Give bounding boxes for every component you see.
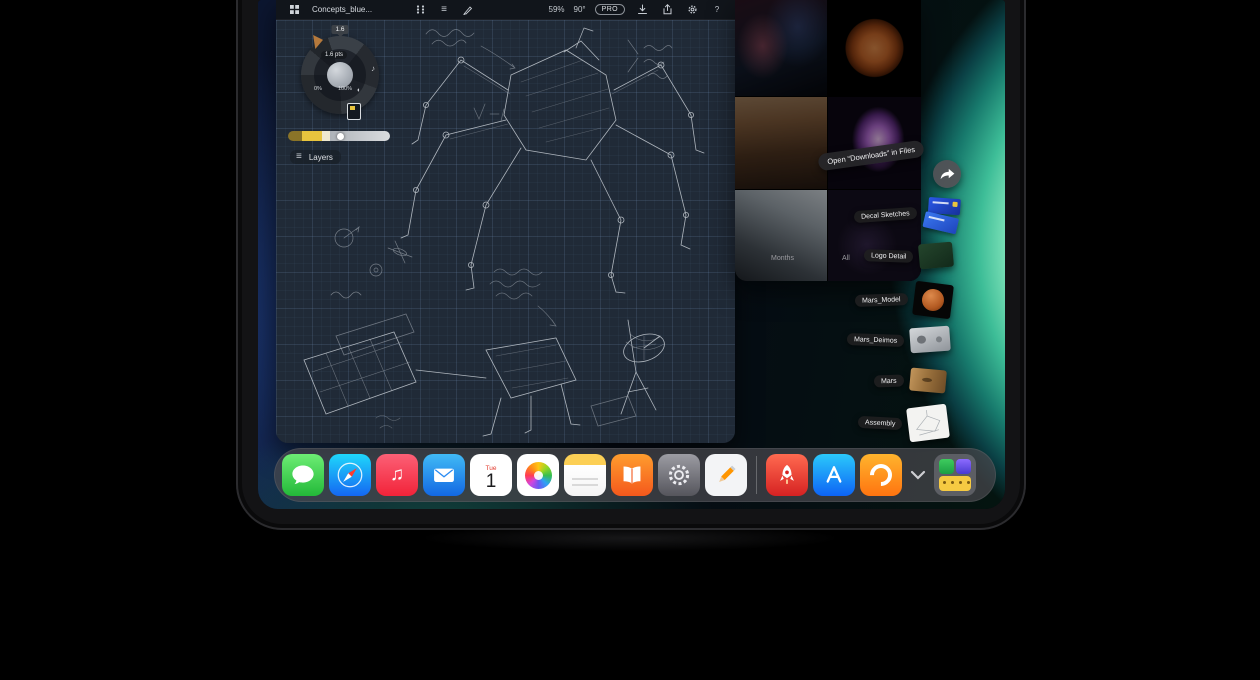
opacity-max-label: 100% [338,86,352,92]
layers-button[interactable]: ≡ Layers [290,150,341,164]
tool-pen-icon: ♪ [371,64,375,73]
tool-wheel-knob[interactable] [327,62,353,88]
pro-badge[interactable]: PRO [595,4,625,15]
color-palette-bar[interactable] [288,131,390,141]
menu-button[interactable]: ≡ [436,3,452,17]
scene: Concepts_blue... ≡ [0,0,1260,680]
download-button[interactable] [634,3,650,17]
opacity-min-label: 0% [314,86,322,92]
rotation-angle[interactable]: 90° [574,5,586,14]
drag-item[interactable]: Decal Sketches [854,196,963,234]
dock: ♫ Tue 1 [274,448,996,502]
app-settings-icon[interactable] [658,454,700,496]
app-books-icon[interactable] [611,454,653,496]
gear-icon [687,4,698,15]
document-title[interactable]: Concepts_blue... [312,5,372,14]
share-button[interactable] [659,3,675,17]
drag-item[interactable]: Mars [874,369,946,392]
recent-app-green [939,459,954,474]
photos-dim-overlay [735,0,921,281]
chevron-down-icon [910,470,926,480]
drag-item[interactable]: Assembly [858,406,948,440]
app-appstore-icon[interactable] [813,454,855,496]
download-icon [637,4,648,15]
app-mail-icon[interactable] [423,454,465,496]
drag-item-label: Logo Detail [864,249,914,263]
color-swatch-yellow[interactable] [302,131,322,141]
drag-item-label: Decal Sketches [854,207,917,223]
drag-handle-button[interactable] [412,3,428,17]
music-note-icon: ♫ [390,464,404,486]
contrast-icon: ◐ [357,87,361,94]
recent-apps-tile[interactable] [934,454,976,496]
mars-model-thumbnail [912,281,954,319]
app-orbit-icon[interactable] [860,454,902,496]
concepts-app-window[interactable]: Concepts_blue... ≡ [276,0,735,443]
apps-grid-button[interactable] [286,3,302,17]
decal-sketches-thumbnail [920,193,965,237]
logo-detail-thumbnail [918,242,954,270]
calendar-day: 1 [486,472,497,491]
ipad-frame: Concepts_blue... ≡ [236,0,1026,530]
layers-menu-icon: ≡ [296,152,302,162]
brush-tool-wheel[interactable]: 1.6 1.6 pts 0% 100% ◐ ♪ [297,32,383,118]
drag-item[interactable]: Mars_Model [855,283,952,317]
help-button[interactable]: ? [709,3,725,17]
color-swatch-cream[interactable] [322,131,330,141]
dock-chevron-button[interactable] [907,454,929,496]
pen-icon [463,5,473,15]
segment-all[interactable]: All [842,255,850,262]
layer-preview-swatch[interactable] [347,103,361,120]
ipad-screen: Concepts_blue... ≡ [258,0,1005,509]
mars-deimos-thumbnail [909,326,951,354]
segment-months[interactable]: Months [771,255,794,262]
drag-item[interactable]: Mars_Deimos [847,327,950,352]
apps-grid-icon [290,5,299,14]
recent-app-purple [956,459,971,474]
recent-app-yellow [939,476,971,491]
device-shadow [330,528,930,562]
app-messages-icon[interactable] [282,454,324,496]
brush-size-tag[interactable]: 1.6 [331,25,348,34]
drag-item-label: Mars [874,374,904,387]
drag-item-label: Mars_Model [855,293,908,307]
drag-handle-icon [416,5,425,14]
drag-item-label: Mars_Deimos [847,333,905,347]
zoom-level[interactable]: 59% [549,5,565,14]
color-swatch-olive[interactable] [288,131,302,141]
share-icon [662,4,673,15]
settings-button[interactable] [684,3,700,17]
app-rocket-icon[interactable] [766,454,808,496]
orbit-arc-icon [865,459,896,490]
assembly-thumbnail [906,404,950,443]
dock-divider [756,456,757,494]
mars-terrain-thumbnail [909,367,947,393]
pen-tool-button[interactable] [460,3,476,17]
menu-icon: ≡ [441,5,447,15]
app-notes-icon[interactable] [564,454,606,496]
app-sketch-pencil-icon[interactable] [705,454,747,496]
photos-app-window[interactable]: Months All [735,0,921,281]
app-music-icon[interactable]: ♫ [376,454,418,496]
brush-size-label: 1.6 pts [321,51,347,59]
concepts-toolbar: Concepts_blue... ≡ [276,0,735,20]
color-slider-knob[interactable] [337,133,344,140]
app-photos-icon[interactable] [517,454,559,496]
app-calendar-icon[interactable]: Tue 1 [470,454,512,496]
layers-label: Layers [309,153,333,162]
drag-item-label: Assembly [858,416,903,430]
drag-item[interactable]: Logo Detail [864,243,953,268]
app-safari-icon[interactable] [329,454,371,496]
